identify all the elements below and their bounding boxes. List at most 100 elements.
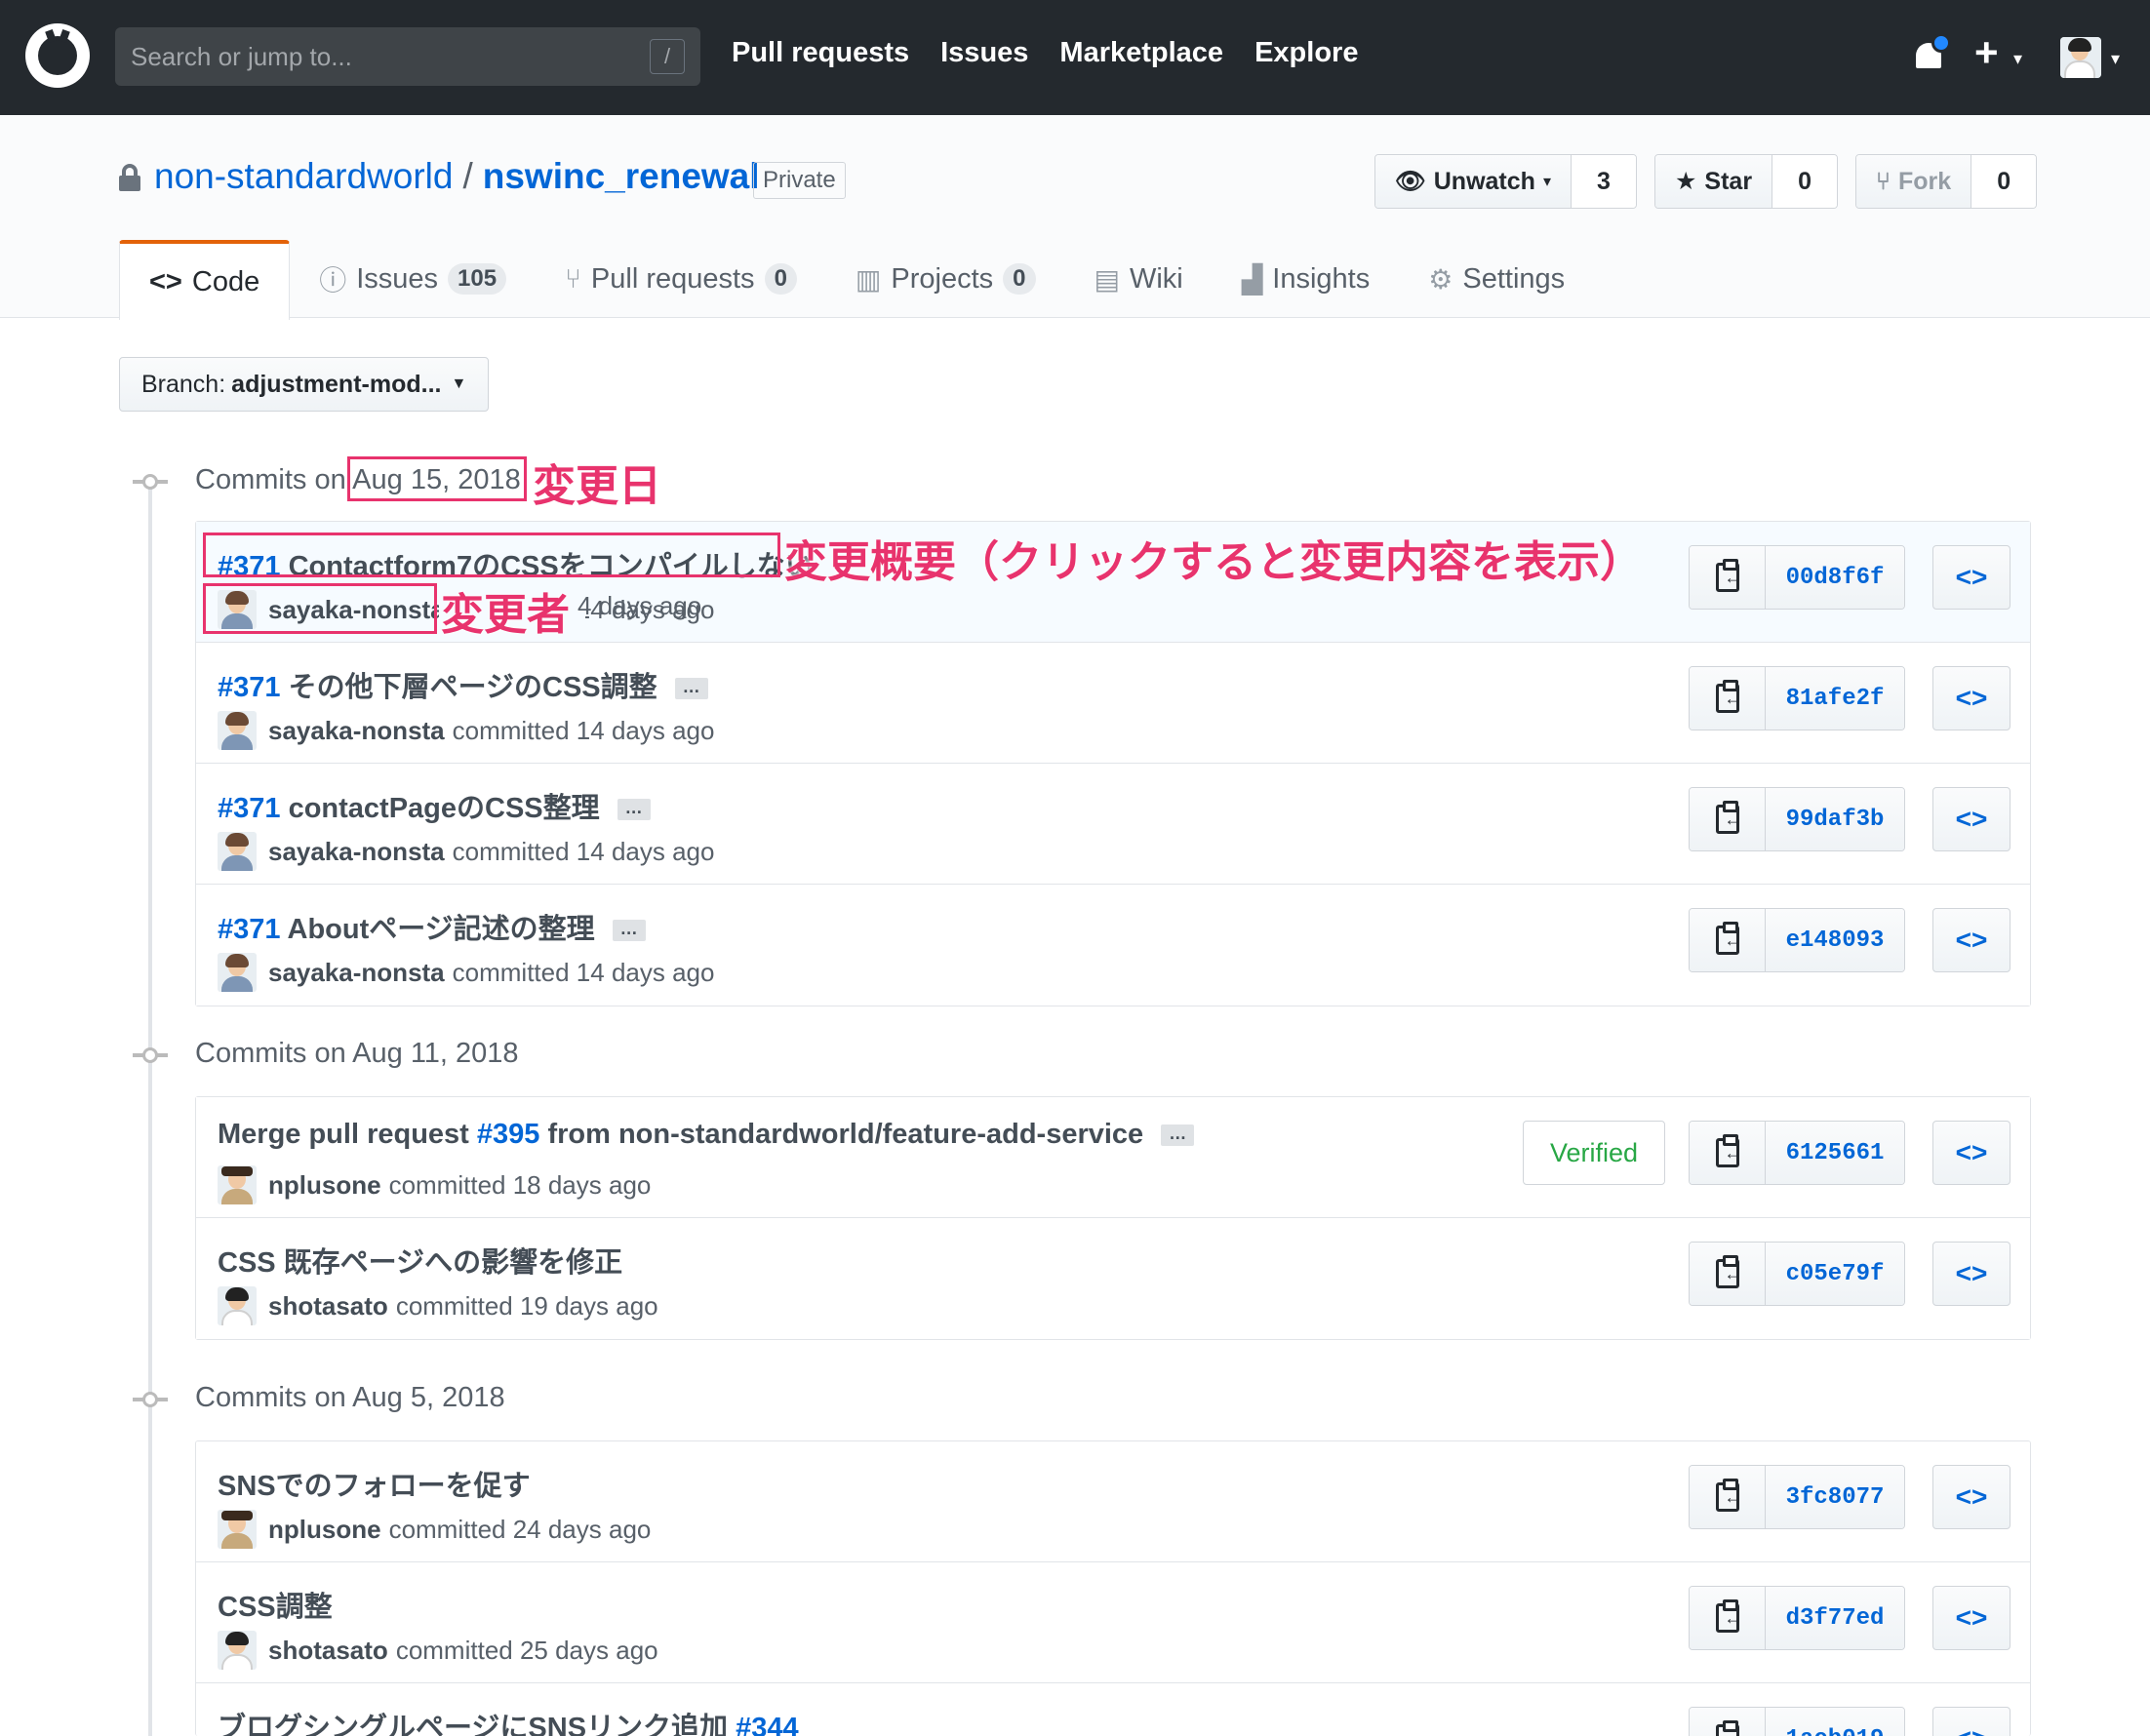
commit-message[interactable]: SNSでのフォローを促す xyxy=(218,1463,531,1504)
commit-author[interactable]: sayaka-nonsta xyxy=(268,837,445,867)
tab-code[interactable]: <> Code xyxy=(119,240,291,320)
star-count[interactable]: 0 xyxy=(1772,155,1837,208)
browse-files-button[interactable]: <> xyxy=(1932,545,2011,610)
copy-sha-button[interactable] xyxy=(1690,546,1766,609)
ellipsis-expander-button[interactable]: … xyxy=(612,920,646,942)
tab-issues[interactable]: ⓘ Issues 105 xyxy=(290,240,536,318)
commit-author[interactable]: shotasato xyxy=(268,1291,388,1322)
copy-sha-button[interactable] xyxy=(1690,1122,1766,1184)
avatar[interactable] xyxy=(218,1165,257,1204)
commit-sha-link[interactable]: c05e79f xyxy=(1766,1243,1904,1305)
user-avatar[interactable] xyxy=(2060,37,2101,78)
annotation-box-summary xyxy=(203,533,780,577)
github-logo-icon[interactable] xyxy=(25,23,90,88)
clipboard-icon xyxy=(1715,1134,1742,1167)
commit-row: #371 その他下層ページのCSS調整… sayaka-nonsta commit… xyxy=(196,643,2030,764)
commit-time: committed 24 days ago xyxy=(388,1514,652,1544)
copy-sha-button[interactable] xyxy=(1690,1708,1766,1736)
nav-marketplace[interactable]: Marketplace xyxy=(1059,37,1223,69)
ellipsis-expander-button[interactable]: … xyxy=(617,799,651,821)
nav-pull-requests[interactable]: Pull requests xyxy=(732,37,909,69)
copy-sha-button[interactable] xyxy=(1690,1587,1766,1649)
copy-sha-button[interactable] xyxy=(1690,788,1766,850)
tab-settings[interactable]: ⚙ Settings xyxy=(1399,240,1594,318)
commit-author[interactable]: sayaka-nonsta xyxy=(268,958,445,988)
avatar[interactable] xyxy=(218,1631,257,1670)
commit-author[interactable]: sayaka-nonsta xyxy=(268,716,445,746)
commit-sha-link[interactable]: 81afe2f xyxy=(1766,667,1904,730)
commit-author[interactable]: nplusone xyxy=(268,1170,381,1201)
commit-sha-group: 3fc8077 xyxy=(1689,1465,1905,1529)
avatar[interactable] xyxy=(218,832,257,871)
pr-link[interactable]: #371 xyxy=(218,914,281,945)
commit-message[interactable]: #371 Aboutページ記述の整理… xyxy=(218,906,646,947)
commit-sha-link[interactable]: 6125661 xyxy=(1766,1122,1904,1184)
repo-owner-link[interactable]: non-standardworld xyxy=(154,156,453,196)
tab-wiki[interactable]: ▤ Wiki xyxy=(1065,240,1213,318)
commit-sha-group: 1acb019 xyxy=(1689,1707,1905,1736)
lock-icon xyxy=(119,164,140,191)
avatar[interactable] xyxy=(218,1286,257,1325)
watch-count[interactable]: 3 xyxy=(1571,155,1636,208)
chevron-down-icon[interactable]: ▾ xyxy=(2013,49,2022,69)
branch-select-button[interactable]: Branch: adjustment-mod... ▼ xyxy=(119,357,489,412)
commit-message[interactable]: CSS調整 xyxy=(218,1584,333,1625)
commit-message[interactable]: #371 その他下層ページのCSS調整… xyxy=(218,664,708,705)
browse-files-button[interactable]: <> xyxy=(1932,1242,2011,1306)
tab-label: Settings xyxy=(1462,262,1566,295)
ellipsis-expander-button[interactable]: … xyxy=(674,678,708,700)
nav-issues[interactable]: Issues xyxy=(940,37,1028,69)
notification-bell-icon[interactable] xyxy=(1912,33,1951,76)
search-input[interactable] xyxy=(131,41,638,72)
create-new-plus-icon[interactable]: + xyxy=(1974,29,1999,76)
tab-insights[interactable]: ▟ Insights xyxy=(1213,240,1400,318)
copy-sha-button[interactable] xyxy=(1690,909,1766,971)
pr-link[interactable]: #371 xyxy=(218,672,281,703)
pr-link[interactable]: #371 xyxy=(218,793,281,824)
browse-files-button[interactable]: <> xyxy=(1932,1121,2011,1185)
star-button[interactable]: ★ Star xyxy=(1655,155,1773,208)
commit-sha-link[interactable]: d3f77ed xyxy=(1766,1587,1904,1649)
verified-badge[interactable]: Verified xyxy=(1523,1121,1665,1185)
browse-files-button[interactable]: <> xyxy=(1932,1707,2011,1736)
nav-explore[interactable]: Explore xyxy=(1254,37,1358,69)
commit-time: committed 14 days ago xyxy=(452,957,715,987)
fork-button[interactable]: ⑂ Fork xyxy=(1856,155,1972,208)
commit-message[interactable]: #371 contactPageのCSS整理… xyxy=(218,785,651,826)
browse-files-button[interactable]: <> xyxy=(1932,787,2011,851)
chevron-down-icon[interactable]: ▾ xyxy=(2111,49,2120,69)
code-icon: <> xyxy=(1955,925,1988,955)
avatar[interactable] xyxy=(218,1510,257,1549)
tab-pull-requests[interactable]: ⑂ Pull requests 0 xyxy=(536,240,826,318)
commit-sha-link[interactable]: e148093 xyxy=(1766,909,1904,971)
copy-sha-button[interactable] xyxy=(1690,667,1766,730)
pr-link[interactable]: #395 xyxy=(477,1119,540,1150)
avatar[interactable] xyxy=(218,711,257,750)
commit-message[interactable]: ブログシングルページにSNSリンク追加 #344 xyxy=(218,1705,799,1736)
commit-sha-link[interactable]: 3fc8077 xyxy=(1766,1466,1904,1528)
ellipsis-expander-button[interactable]: … xyxy=(1161,1124,1195,1147)
issue-icon: ⓘ xyxy=(319,265,347,296)
commit-author[interactable]: nplusone xyxy=(268,1515,381,1545)
browse-files-button[interactable]: <> xyxy=(1932,1586,2011,1650)
commit-message[interactable]: Merge pull request #395 from non-standar… xyxy=(218,1119,1195,1151)
copy-sha-button[interactable] xyxy=(1690,1243,1766,1305)
browse-files-button[interactable]: <> xyxy=(1932,908,2011,972)
clipboard-icon xyxy=(1715,680,1742,713)
commit-message[interactable]: CSS 既存ページへの影響を修正 xyxy=(218,1240,622,1281)
commit-sha-link[interactable]: 99daf3b xyxy=(1766,788,1904,850)
search-box[interactable]: / xyxy=(115,27,700,86)
repo-name-link[interactable]: nswinc_renewal xyxy=(483,156,760,196)
fork-count[interactable]: 0 xyxy=(1971,155,2037,208)
commit-author[interactable]: shotasato xyxy=(268,1636,388,1666)
tab-projects[interactable]: ▥ Projects 0 xyxy=(826,240,1065,318)
commit-sha-link[interactable]: 00d8f6f xyxy=(1766,546,1904,609)
avatar[interactable] xyxy=(218,953,257,992)
pr-link[interactable]: #344 xyxy=(736,1713,799,1736)
commit-sha-group: d3f77ed xyxy=(1689,1586,1905,1650)
copy-sha-button[interactable] xyxy=(1690,1466,1766,1528)
unwatch-button[interactable]: 👁 Unwatch ▾ xyxy=(1375,155,1572,208)
browse-files-button[interactable]: <> xyxy=(1932,666,2011,730)
commit-sha-link[interactable]: 1acb019 xyxy=(1766,1708,1904,1736)
browse-files-button[interactable]: <> xyxy=(1932,1465,2011,1529)
